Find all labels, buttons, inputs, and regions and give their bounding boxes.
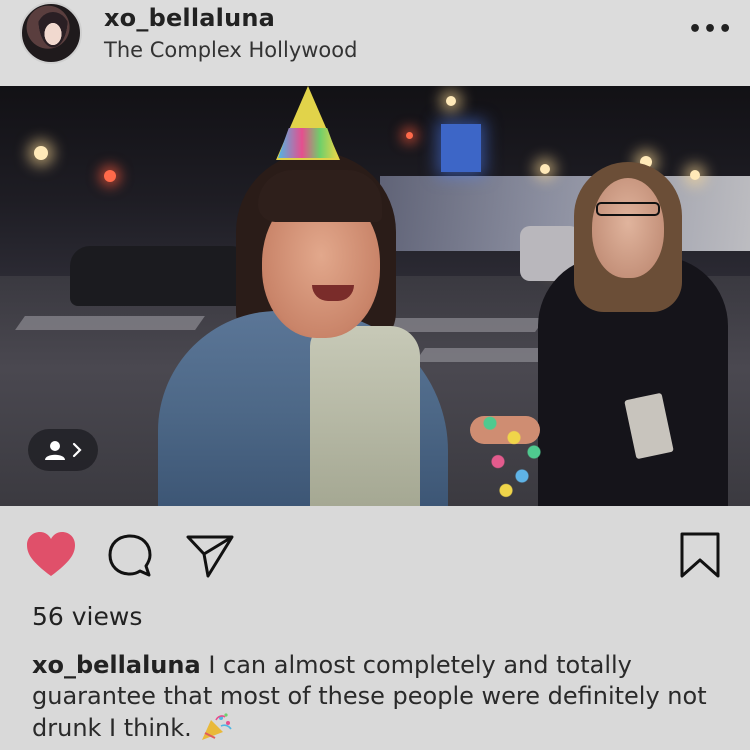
photo-woman-bangs (258, 170, 382, 222)
share-button[interactable] (184, 530, 240, 586)
street-light (540, 164, 550, 174)
view-count[interactable]: 56 views (32, 602, 142, 631)
avatar[interactable] (20, 2, 82, 64)
post-caption: xo_bellaluna I can almost completely and… (32, 650, 732, 744)
photo-man-face (592, 178, 664, 278)
post-username[interactable]: xo_bellaluna (104, 4, 275, 32)
traffic-light (104, 170, 116, 182)
photo-blue-sign (441, 124, 481, 172)
save-button[interactable] (674, 530, 730, 586)
post-header: xo_bellaluna The Complex Hollywood ••• (0, 0, 750, 86)
comment-icon (108, 534, 152, 577)
bookmark-icon (680, 532, 720, 578)
person-icon (45, 441, 65, 460)
street-light (446, 96, 456, 106)
photo-streamers (474, 404, 554, 500)
paper-plane-icon (186, 535, 234, 578)
comment-button[interactable] (104, 530, 160, 586)
post-actions-bar (0, 506, 750, 596)
chevron-right-icon (72, 442, 82, 458)
crosswalk-stripe (385, 318, 545, 332)
post-photo[interactable] (0, 86, 750, 506)
party-popper-icon (202, 713, 233, 740)
street-light (690, 170, 700, 180)
caption-username[interactable]: xo_bellaluna (32, 651, 201, 679)
tagged-people-button[interactable] (28, 429, 98, 471)
post-location[interactable]: The Complex Hollywood (104, 38, 357, 62)
heart-icon (27, 532, 75, 576)
street-light (34, 146, 48, 160)
like-button[interactable] (24, 530, 80, 586)
traffic-light (406, 132, 413, 139)
more-options-button[interactable]: ••• (688, 19, 732, 41)
photo-woman-shirt (310, 326, 420, 506)
photo-man-glasses (596, 202, 660, 216)
photo-car (70, 246, 260, 306)
crosswalk-stripe (15, 316, 205, 330)
